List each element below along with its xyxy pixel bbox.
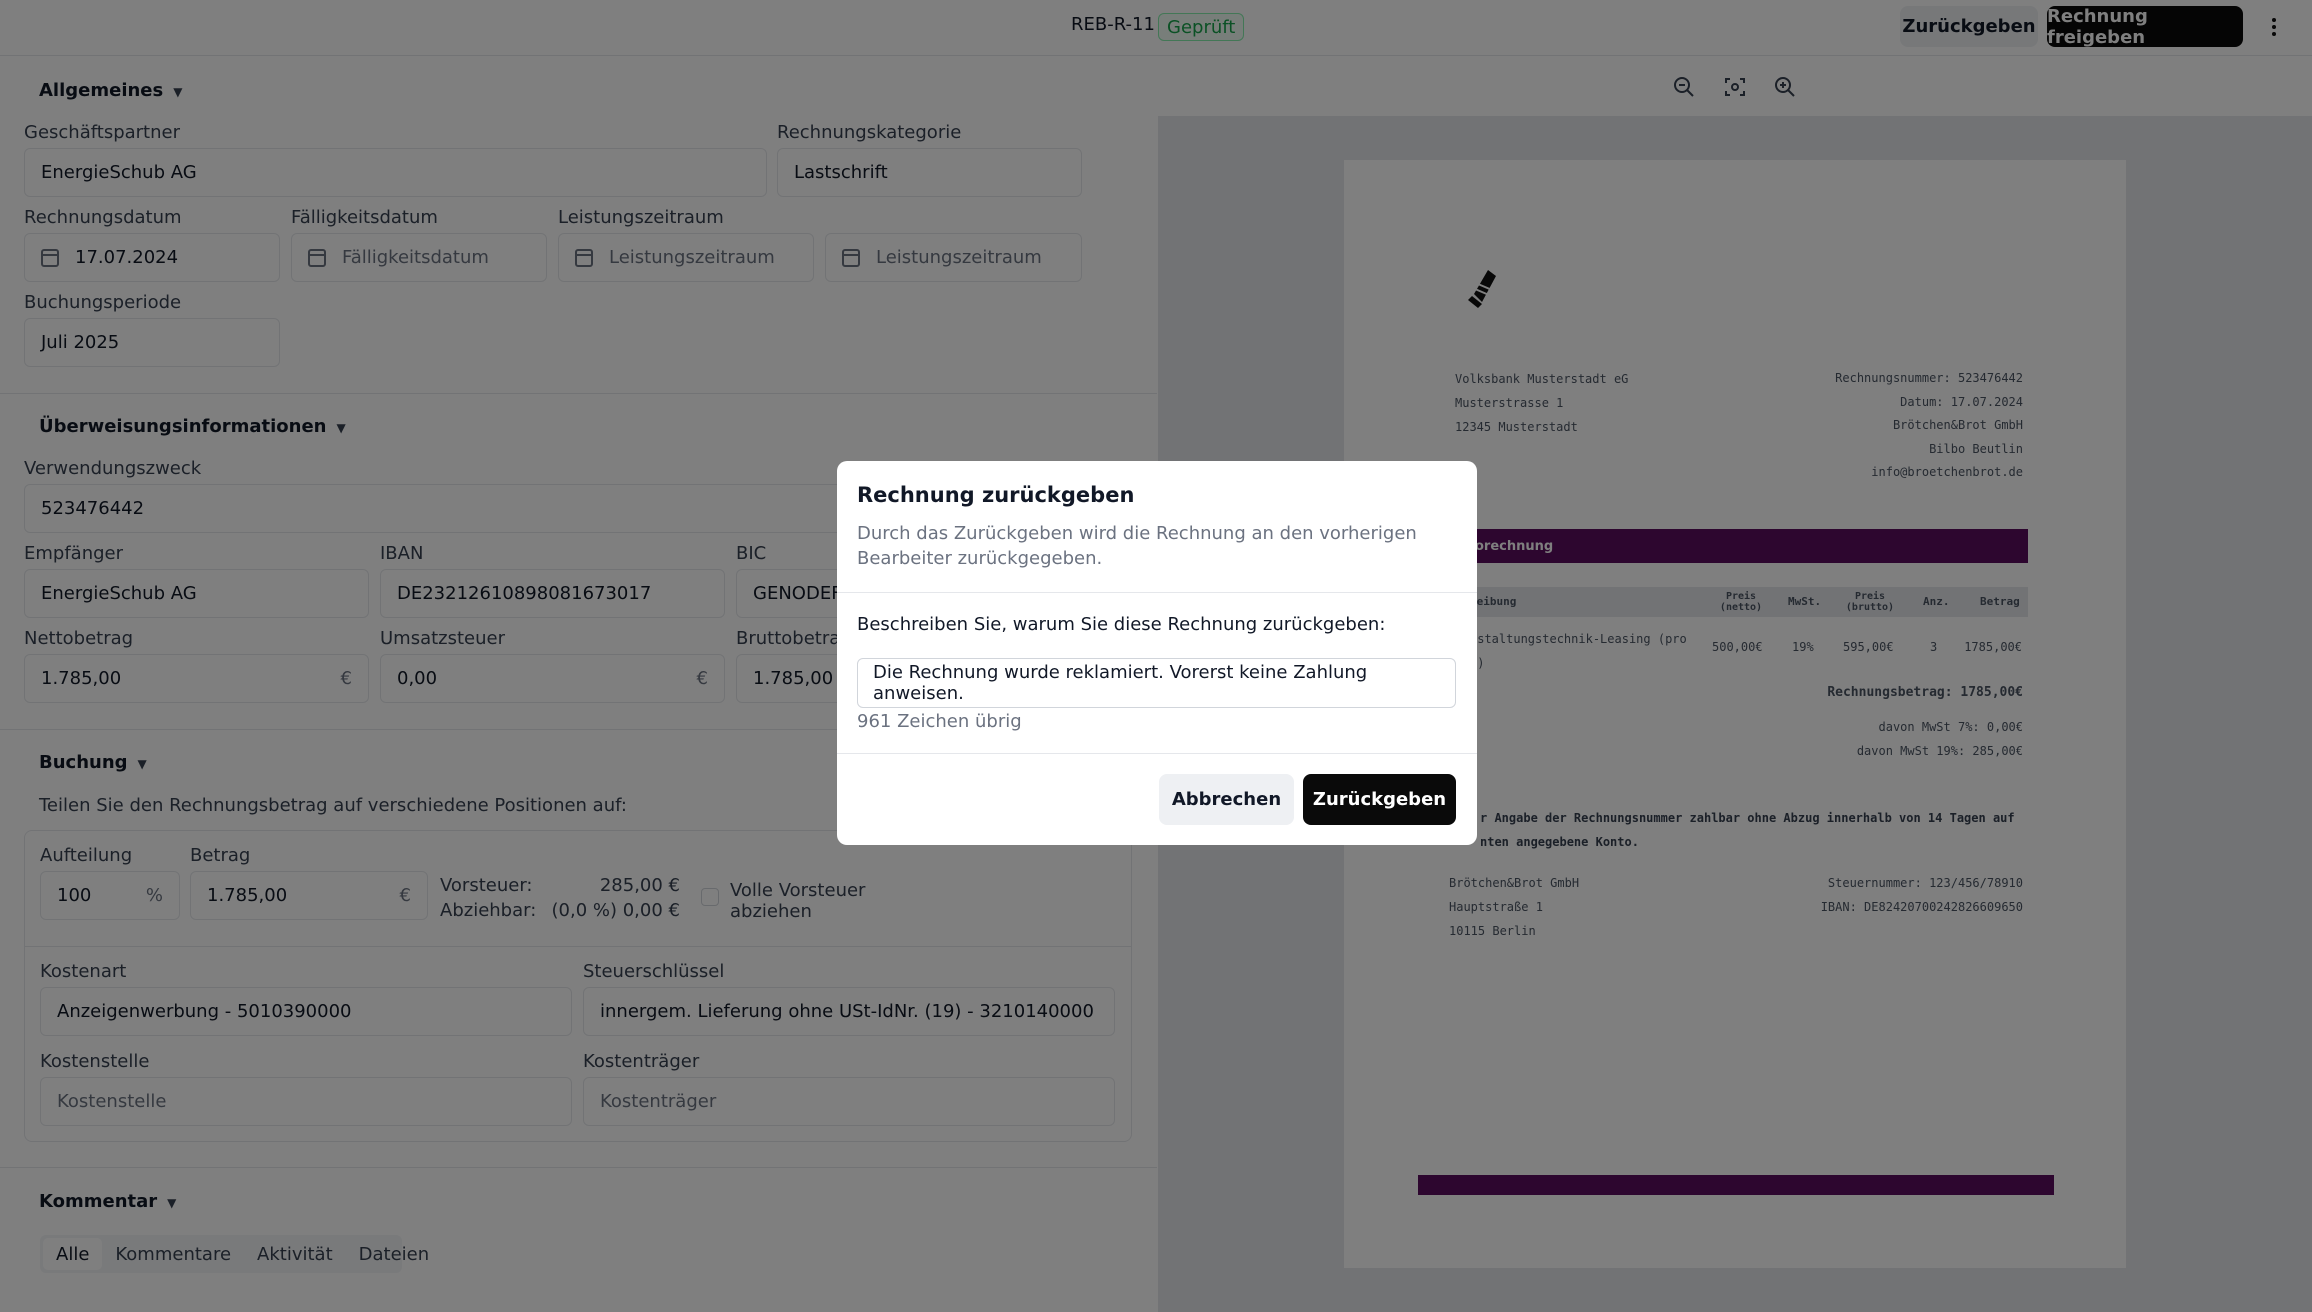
reason-textarea[interactable]: Die Rechnung wurde reklamiert. Vorerst k… [857, 658, 1456, 708]
dialog-title: Rechnung zurückgeben [857, 483, 1135, 507]
dialog-description: Durch das Zurückgeben wird die Rechnung … [857, 523, 1417, 569]
return-invoice-dialog: Rechnung zurückgeben Durch das Zurückgeb… [837, 461, 1477, 845]
chars-left-counter: 961 Zeichen übrig [857, 711, 1022, 732]
dialog-divider [837, 753, 1477, 754]
submit-return-button[interactable]: Zurückgeben [1303, 774, 1456, 825]
cancel-button[interactable]: Abbrechen [1159, 774, 1294, 825]
reason-value: Die Rechnung wurde reklamiert. Vorerst k… [873, 662, 1368, 704]
dialog-prompt: Beschreiben Sie, warum Sie diese Rechnun… [857, 614, 1386, 635]
dialog-divider [837, 592, 1477, 593]
